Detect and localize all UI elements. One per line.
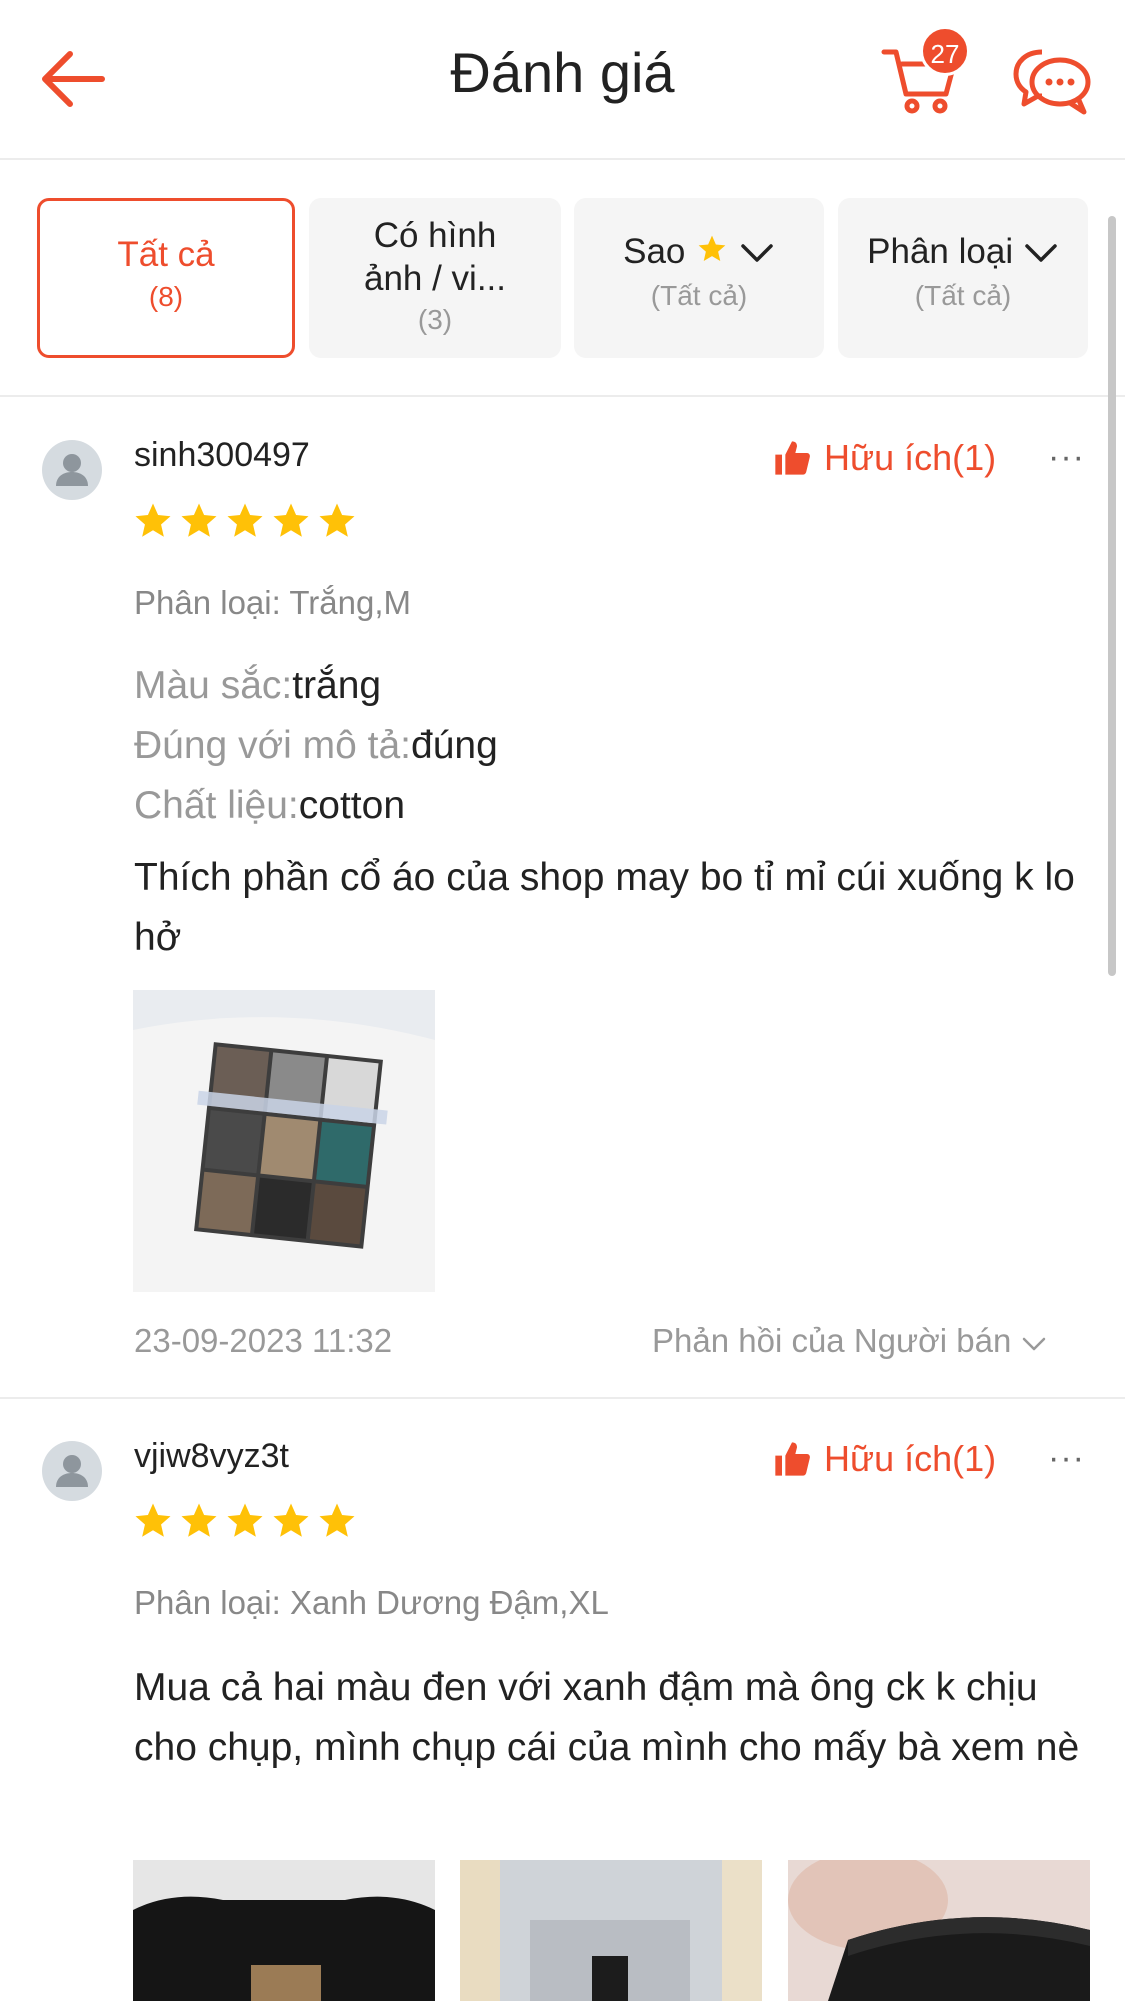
- thumbs-up-icon: [775, 441, 810, 475]
- chat-icon[interactable]: [1012, 46, 1092, 118]
- star-icon: [319, 1503, 355, 1537]
- star-icon: [181, 1503, 217, 1537]
- seller-reply-toggle[interactable]: Phản hồi của Người bán: [652, 1322, 1048, 1362]
- attribute-row: Chất liệu:cotton: [134, 776, 498, 836]
- review-comment: Mua cả hai màu đen với xanh đậm mà ông c…: [134, 1666, 1080, 1769]
- scrollbar[interactable]: [1108, 216, 1116, 976]
- helpful-button[interactable]: Hữu ích(1): [772, 437, 996, 479]
- filter-tab-sub: (Tất cả): [914, 279, 1012, 311]
- review-comment: Thích phần cổ áo của shop may bo tỉ mỉ c…: [134, 856, 1075, 959]
- filter-tab-label-line1: Có hình: [373, 216, 497, 255]
- star-rating: [132, 1500, 362, 1542]
- chevron-down-icon: [1020, 1324, 1048, 1362]
- star-icon: [227, 503, 263, 537]
- attribute-value: trắng: [292, 664, 382, 707]
- helpful-button[interactable]: Hữu ích(1): [772, 1438, 996, 1480]
- more-options-icon[interactable]: ···: [1048, 438, 1085, 477]
- review-photo[interactable]: [460, 1860, 762, 2001]
- attribute-value: đúng: [411, 724, 498, 767]
- star-icon: [227, 1503, 263, 1537]
- review-photo[interactable]: [133, 1860, 435, 2001]
- avatar[interactable]: [42, 1441, 102, 1501]
- filter-tab-sub: (Tất cả): [650, 280, 748, 312]
- cart-count-badge: 27: [920, 26, 970, 76]
- thumbs-up-icon: [775, 1442, 810, 1476]
- attribute-key: Chất liệu:: [134, 784, 299, 827]
- star-icon: [135, 503, 171, 537]
- filter-tab-label-line2: ảnh / vi...: [363, 259, 507, 298]
- filter-tab-label: Phân loại: [867, 232, 1014, 271]
- chevron-down-icon: [1023, 234, 1059, 274]
- review-attributes: Màu sắc:trắng Đúng với mô tả:đúng Chất l…: [134, 656, 498, 836]
- filter-tab-media[interactable]: Có hình ảnh / vi... (3): [309, 198, 561, 358]
- filter-tab-variant[interactable]: Phân loại (Tất cả): [838, 198, 1088, 358]
- chevron-down-icon: [739, 234, 775, 274]
- filter-tabs: Tất cả (8) Có hình ảnh / vi... (3) Sao (…: [0, 160, 1125, 397]
- variant-label: Phân loại: Trắng,M: [134, 584, 411, 621]
- attribute-value: cotton: [298, 784, 406, 827]
- helpful-label: Hữu ích(1): [824, 1438, 997, 1479]
- filter-tab-stars[interactable]: Sao (Tất cả): [574, 198, 824, 358]
- star-icon: [319, 503, 355, 537]
- more-options-icon[interactable]: ···: [1048, 1439, 1085, 1478]
- filter-tab-count: (8): [148, 281, 184, 312]
- star-icon: [135, 1503, 171, 1537]
- star-icon: [273, 503, 309, 537]
- reviewer-username[interactable]: sinh300497: [134, 436, 310, 475]
- helpful-label: Hữu ích(1): [824, 437, 997, 478]
- star-icon: [695, 233, 729, 274]
- attribute-row: Màu sắc:trắng: [134, 656, 498, 716]
- avatar[interactable]: [42, 440, 102, 500]
- filter-tab-label: Tất cả: [117, 235, 215, 274]
- review-date: 23-09-2023 11:32: [134, 1322, 393, 1359]
- review-photo[interactable]: [788, 1860, 1090, 2001]
- star-rating: [132, 500, 362, 542]
- star-icon: [273, 1503, 309, 1537]
- filter-tab-count: (3): [417, 304, 453, 335]
- attribute-row: Đúng với mô tả:đúng: [134, 716, 498, 776]
- star-icon: [181, 503, 217, 537]
- top-bar: Đánh giá 27: [0, 0, 1125, 160]
- attribute-key: Đúng với mô tả:: [134, 724, 412, 767]
- review-photo[interactable]: [133, 990, 435, 1292]
- filter-tab-label: Sao: [623, 232, 686, 271]
- filter-tab-all[interactable]: Tất cả (8): [37, 198, 295, 358]
- attribute-key: Màu sắc:: [134, 664, 293, 707]
- reviewer-username[interactable]: vjiw8vyz3t: [134, 1437, 289, 1476]
- variant-label: Phân loại: Xanh Dương Đậm,XL: [134, 1584, 609, 1621]
- review-divider: [0, 1397, 1125, 1399]
- seller-reply-label: Phản hồi của Người bán: [652, 1322, 1012, 1359]
